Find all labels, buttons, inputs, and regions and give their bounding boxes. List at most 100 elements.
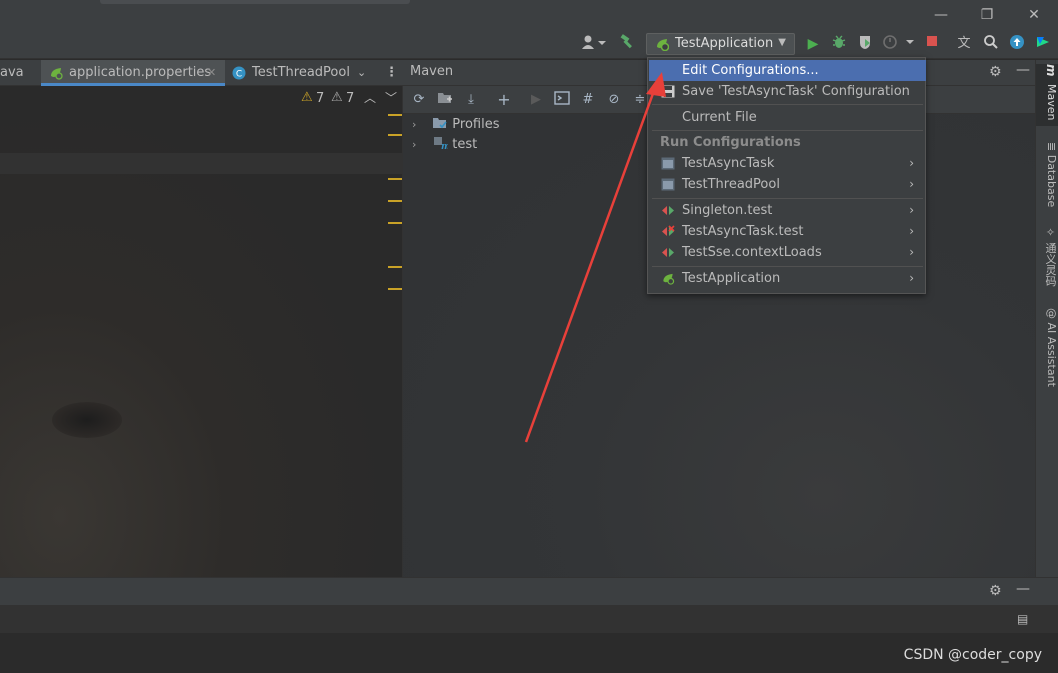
warning-stripe[interactable] [388,288,402,290]
menu-item-test-application[interactable]: TestApplication › [649,268,926,289]
restore-button[interactable]: ❐ [972,4,1002,26]
warning-stripe[interactable] [388,200,402,202]
toggle-offline-icon[interactable]: # [579,91,597,109]
warning-stripe[interactable] [388,114,402,116]
build-hammer-icon[interactable] [617,34,637,54]
chevron-right-icon: › [909,224,914,238]
tool-tab-database[interactable]: ≣ Database [1036,142,1058,212]
warning-count: 7 [316,91,325,106]
tree-item-test-project[interactable]: › m test [412,135,477,155]
search-icon[interactable] [981,34,1001,54]
database-icon: ≣ [1045,142,1058,152]
spring-boot-icon [663,273,675,285]
watermark-text: CSDN @coder_copy [903,647,1042,663]
save-icon [661,85,675,98]
menu-separator [652,266,923,267]
menu-item-save-configuration[interactable]: Save 'TestAsyncTask' Configuration [649,81,926,102]
tab-java-file[interactable]: ava [0,60,40,86]
bottom-hide-icon[interactable]: — [1016,581,1030,597]
add-folder-icon[interactable] [436,91,454,109]
tab-label: TestThreadPool [252,65,350,80]
warning-stripe[interactable] [388,134,402,136]
gear-icon[interactable]: ⚙ [989,64,1002,80]
run-configuration-selector[interactable]: TestApplication ▼ [646,33,795,55]
maven-icon: m [1044,64,1058,77]
current-line-highlight [0,153,403,174]
close-tab-icon[interactable]: ✕ [207,60,216,85]
translate-icon[interactable]: 文 [954,34,974,54]
stop-icon[interactable] [922,34,942,54]
warning-stripe[interactable] [388,266,402,268]
chevron-right-icon: › [909,177,914,191]
weak-warning-count: 7 [346,91,355,106]
run-config-dropdown: Edit Configurations... Save 'TestAsyncTa… [647,57,926,294]
editor-tab-bar: ava application.properties ✕ C TestThrea… [0,60,403,86]
account-icon[interactable] [580,34,608,54]
update-icon[interactable] [1007,34,1027,54]
tool-tab-tongyi[interactable]: ✧ 通义灵码 [1036,226,1058,292]
window-title-area [100,0,410,4]
menu-item-singleton-test[interactable]: Singleton.test › [649,200,926,221]
spring-properties-icon [51,68,63,80]
add-icon[interactable]: + [495,91,513,109]
menu-item-current-file[interactable]: Current File [649,107,926,128]
maven-module-icon: m [434,137,451,152]
hide-panel-icon[interactable]: — [1016,62,1030,78]
bottom-panel[interactable] [0,605,1058,673]
run-icon[interactable]: ▶ [803,34,823,54]
layout-icon[interactable]: ▤ [1017,612,1028,626]
chevron-right-icon[interactable]: › [412,135,428,155]
reload-icon[interactable]: ⟳ [410,91,428,109]
bottom-panel-header [0,577,1058,605]
background-image-detail [52,402,122,438]
chevron-right-icon[interactable]: › [412,115,428,135]
menu-separator [652,198,923,199]
more-tabs-icon[interactable]: ⋮ [385,60,398,86]
chevron-down-icon: ▼ [778,37,786,48]
warning-icon[interactable]: ⚠ [301,90,313,105]
menu-item-test-thread-pool[interactable]: TestThreadPool › [649,174,926,195]
profiler-icon[interactable] [881,34,917,54]
chevron-right-icon: › [909,156,914,170]
tab-application-properties[interactable]: application.properties ✕ [41,60,225,86]
title-bar [0,0,1058,30]
tree-label: Profiles [452,117,500,132]
svg-text:m: m [441,142,448,150]
debug-icon[interactable] [829,34,849,54]
application-config-icon [661,157,675,170]
tree-label: test [452,137,478,152]
tab-label: application.properties [69,65,212,80]
tree-item-profiles[interactable]: › Profiles [412,115,499,135]
tool-tab-ai-assistant[interactable]: @ AI Assistant [1036,308,1058,392]
tongyi-icon: ✧ [1044,226,1057,239]
tab-list-chevron-icon[interactable]: ⌄ [357,60,373,86]
plugin-logo-icon[interactable] [1033,34,1053,54]
menu-item-test-async-task-test[interactable]: TestAsyncTask.test › [649,221,926,242]
menu-separator [652,104,923,105]
run-config-label: TestApplication [675,36,774,51]
run-maven-icon[interactable]: ▶ [527,91,545,109]
bottom-gear-icon[interactable]: ⚙ [989,583,1002,599]
tool-tab-maven[interactable]: m Maven [1036,64,1058,126]
tab-test-thread-pool[interactable]: C TestThreadPool [230,60,350,86]
minimize-button[interactable]: — [926,4,956,26]
chevron-right-icon: › [909,203,914,217]
weak-warning-icon[interactable]: ⚠ [331,90,343,105]
coverage-icon[interactable] [855,34,875,54]
maven-panel-title: Maven [410,64,454,79]
menu-item-test-sse-context-loads[interactable]: TestSse.contextLoads › [649,242,926,263]
menu-item-edit-configurations[interactable]: Edit Configurations... [649,60,926,81]
editor-area[interactable]: ⚠ 7 ⚠ 7 ︿ ﹀ [0,86,403,577]
tab-label: ava [0,65,24,80]
next-highlight-icon[interactable]: ﹀ [385,89,397,106]
prev-highlight-icon[interactable]: ︿ [364,89,376,106]
warning-stripe[interactable] [388,178,402,180]
download-icon[interactable]: ⤓ [462,91,480,109]
execute-goal-icon[interactable] [553,91,571,109]
close-window-button[interactable]: ✕ [1019,4,1049,26]
warning-stripe[interactable] [388,222,402,224]
junit-test-failed-icon [662,225,675,236]
bottom-panel-row [0,605,1058,633]
skip-tests-icon[interactable]: ⊘ [605,91,623,109]
menu-item-test-async-task[interactable]: TestAsyncTask › [649,153,926,174]
